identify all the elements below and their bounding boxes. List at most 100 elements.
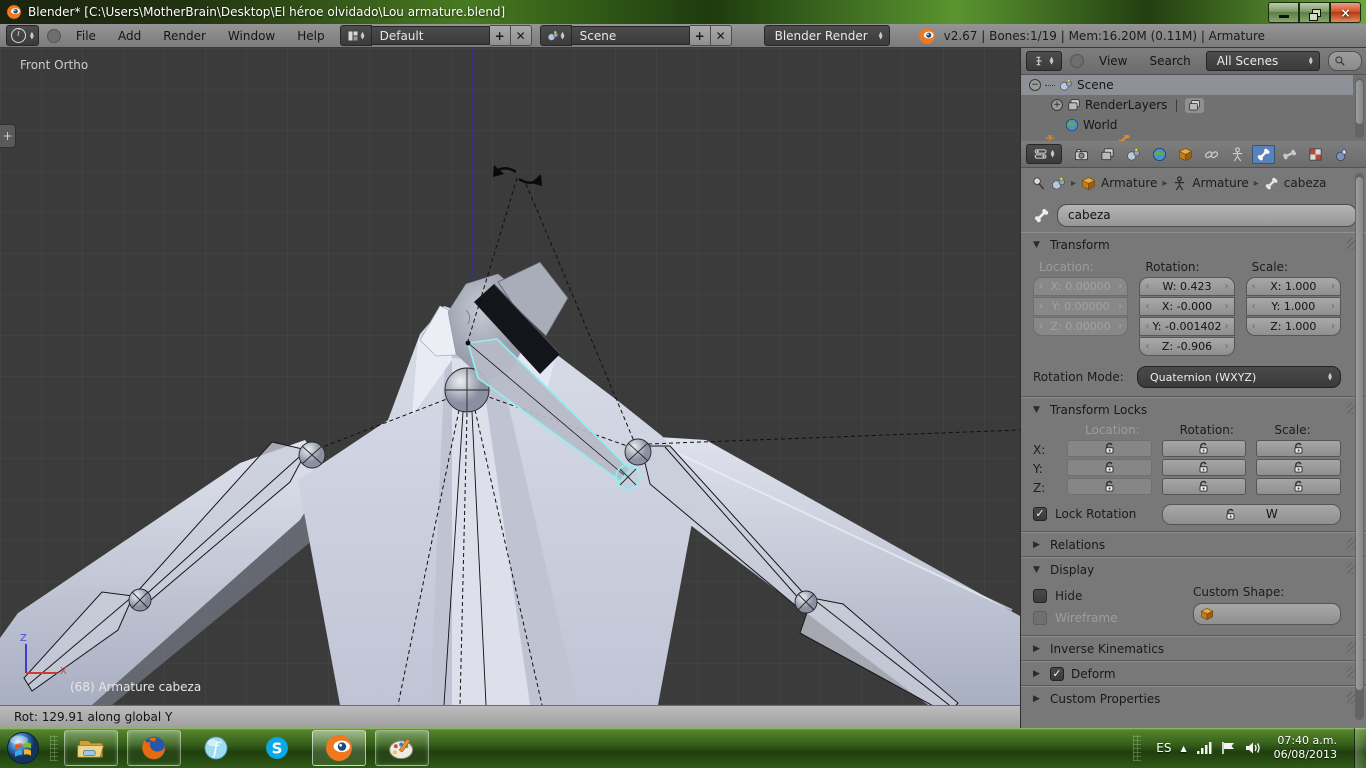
rotation-w-field[interactable]: W: 0.423 xyxy=(1139,277,1234,296)
screen-layout-name[interactable]: Default xyxy=(372,26,490,45)
hidden-icons-chevron-icon[interactable]: ▲ xyxy=(1180,744,1186,753)
volume-icon[interactable] xyxy=(1245,741,1261,755)
delete-layout-button[interactable]: ✕ xyxy=(511,25,532,46)
tab-render[interactable] xyxy=(1070,145,1093,164)
close-button[interactable]: × xyxy=(1330,2,1361,23)
outliner-item-renderlayers[interactable]: + RenderLayers | xyxy=(1021,95,1353,115)
rotation-mode-dropdown[interactable]: Quaternion (WXYZ) ▲▼ xyxy=(1137,366,1341,388)
panel-transform-header[interactable]: ▼ Transform xyxy=(1021,233,1366,256)
expand-icon[interactable]: + xyxy=(1051,99,1063,111)
deform-checkbox[interactable]: ✓ xyxy=(1050,667,1064,681)
toolshelf-expand-tab[interactable]: + xyxy=(0,124,16,148)
outliner-item-scene[interactable]: − Scene xyxy=(1021,75,1353,95)
outliner-scrollbar[interactable] xyxy=(1355,78,1364,138)
panel-relations-header[interactable]: ▶ Relations xyxy=(1021,533,1366,556)
restore-button[interactable] xyxy=(1299,2,1330,23)
lock-location-y[interactable] xyxy=(1067,459,1152,476)
outliner-filter-dropdown[interactable]: All Scenes ▲▼ xyxy=(1206,51,1320,71)
taskbar-explorer-button[interactable] xyxy=(64,730,118,766)
tab-scene[interactable] xyxy=(1122,145,1145,164)
add-layout-button[interactable]: + xyxy=(490,25,511,46)
start-button[interactable] xyxy=(2,729,44,767)
wireframe-checkbox[interactable]: ✓ xyxy=(1033,611,1047,625)
lock-rotation-y[interactable] xyxy=(1162,459,1247,476)
tab-constraints[interactable] xyxy=(1200,145,1223,164)
lock-location-z[interactable] xyxy=(1067,478,1152,495)
add-scene-button[interactable]: + xyxy=(690,25,711,46)
breadcrumb-bone[interactable]: cabeza xyxy=(1284,176,1327,190)
clock[interactable]: 07:40 a.m. 06/08/2013 xyxy=(1274,734,1337,762)
taskbar-paint-button[interactable] xyxy=(375,730,429,766)
scene-icon-button[interactable]: ▲▼ xyxy=(540,25,572,46)
tab-object[interactable] xyxy=(1174,145,1197,164)
scrollbar-thumb[interactable] xyxy=(1356,80,1363,124)
minimize-button[interactable] xyxy=(1268,2,1299,23)
collapse-menus-icon[interactable] xyxy=(47,29,61,43)
outliner-menu-search[interactable]: Search xyxy=(1142,54,1197,68)
lock-rotation-z[interactable] xyxy=(1162,478,1247,495)
lock-location-x[interactable] xyxy=(1067,440,1152,457)
renderlayer-badge[interactable] xyxy=(1185,98,1204,113)
taskbar-firefox-button[interactable] xyxy=(127,730,181,766)
show-desktop-button[interactable] xyxy=(1354,728,1366,768)
rotation-y-field[interactable]: Y: -0.001402 xyxy=(1139,317,1234,336)
outliner-menu-view[interactable]: View xyxy=(1092,54,1134,68)
tab-armature-data[interactable] xyxy=(1226,145,1249,164)
tab-world[interactable] xyxy=(1148,145,1171,164)
breadcrumb-object[interactable]: Armature xyxy=(1101,176,1157,190)
menu-help[interactable]: Help xyxy=(290,29,331,43)
lock-rotation-checkbox[interactable]: ✓ xyxy=(1033,507,1047,521)
lock-scale-x[interactable] xyxy=(1256,440,1341,457)
tab-physics[interactable] xyxy=(1330,145,1353,164)
screen-layout-icon-button[interactable]: ▲▼ xyxy=(340,25,372,46)
viewport-3d[interactable]: Front Ortho + (68) Armature cabeza Z X xyxy=(0,48,1020,705)
lock-scale-y[interactable] xyxy=(1256,459,1341,476)
tab-bone[interactable] xyxy=(1252,145,1275,164)
rotation-x-field[interactable]: X: -0.000 xyxy=(1139,297,1234,316)
scrollbar-thumb[interactable] xyxy=(1356,177,1363,690)
hide-checkbox[interactable]: ✓ xyxy=(1033,589,1047,603)
menu-window[interactable]: Window xyxy=(221,29,282,43)
language-indicator[interactable]: ES xyxy=(1156,741,1171,755)
tab-bone-constraints[interactable] xyxy=(1278,145,1301,164)
taskbar-fl-button[interactable]: f xyxy=(190,731,242,765)
custom-shape-field[interactable] xyxy=(1193,603,1341,625)
pin-icon[interactable] xyxy=(1031,176,1046,191)
menu-file[interactable]: File xyxy=(69,29,103,43)
location-z-field[interactable]: Z: 0.00000 xyxy=(1033,317,1128,336)
lock-rotation-x[interactable] xyxy=(1162,440,1247,457)
delete-scene-button[interactable]: ✕ xyxy=(711,25,732,46)
rotation-z-field[interactable]: Z: -0.906 xyxy=(1139,337,1234,356)
breadcrumb-armature[interactable]: Armature xyxy=(1192,176,1248,190)
collapse-menus-icon[interactable] xyxy=(1070,54,1084,68)
lock-scale-z[interactable] xyxy=(1256,478,1341,495)
panel-deform-header[interactable]: ▶ ✓ Deform xyxy=(1021,662,1366,685)
panel-display-header[interactable]: ▼ Display xyxy=(1021,558,1366,581)
properties-scrollbar[interactable] xyxy=(1355,173,1364,720)
editor-type-selector[interactable]: i ▲▼ xyxy=(6,25,39,46)
menu-render[interactable]: Render xyxy=(156,29,213,43)
scale-y-field[interactable]: Y: 1.000 xyxy=(1246,297,1341,316)
network-icon[interactable] xyxy=(1196,741,1212,755)
scene-name[interactable]: Scene xyxy=(572,26,690,45)
action-center-flag-icon[interactable] xyxy=(1221,741,1236,755)
panel-custom-properties-header[interactable]: ▶ Custom Properties xyxy=(1021,687,1366,710)
menu-add[interactable]: Add xyxy=(111,29,148,43)
outliner-type-selector[interactable]: ▲▼ xyxy=(1026,51,1062,71)
collapse-icon[interactable]: − xyxy=(1029,79,1041,91)
scale-x-field[interactable]: X: 1.000 xyxy=(1246,277,1341,296)
panel-ik-header[interactable]: ▶ Inverse Kinematics xyxy=(1021,637,1366,660)
bone-name-input[interactable]: cabeza xyxy=(1057,204,1357,227)
location-y-field[interactable]: Y: 0.00000 xyxy=(1033,297,1128,316)
taskbar-skype-button[interactable]: S xyxy=(251,731,303,765)
properties-type-selector[interactable]: ▲▼ xyxy=(1026,144,1062,164)
lock-rotation-w-button[interactable]: W xyxy=(1162,504,1341,525)
tab-texture[interactable] xyxy=(1304,145,1327,164)
tab-render-layers[interactable] xyxy=(1096,145,1119,164)
location-x-field[interactable]: X: 0.00000 xyxy=(1033,277,1128,296)
outliner-item-world[interactable]: World xyxy=(1021,115,1353,135)
viewport-header[interactable]: Rot: 129.91 along global Y xyxy=(0,705,1020,728)
panel-transform-locks-header[interactable]: ▼ Transform Locks xyxy=(1021,398,1366,421)
taskbar-blender-button[interactable] xyxy=(312,730,366,766)
render-engine-selector[interactable]: Blender Render ▲▼ xyxy=(764,25,890,46)
